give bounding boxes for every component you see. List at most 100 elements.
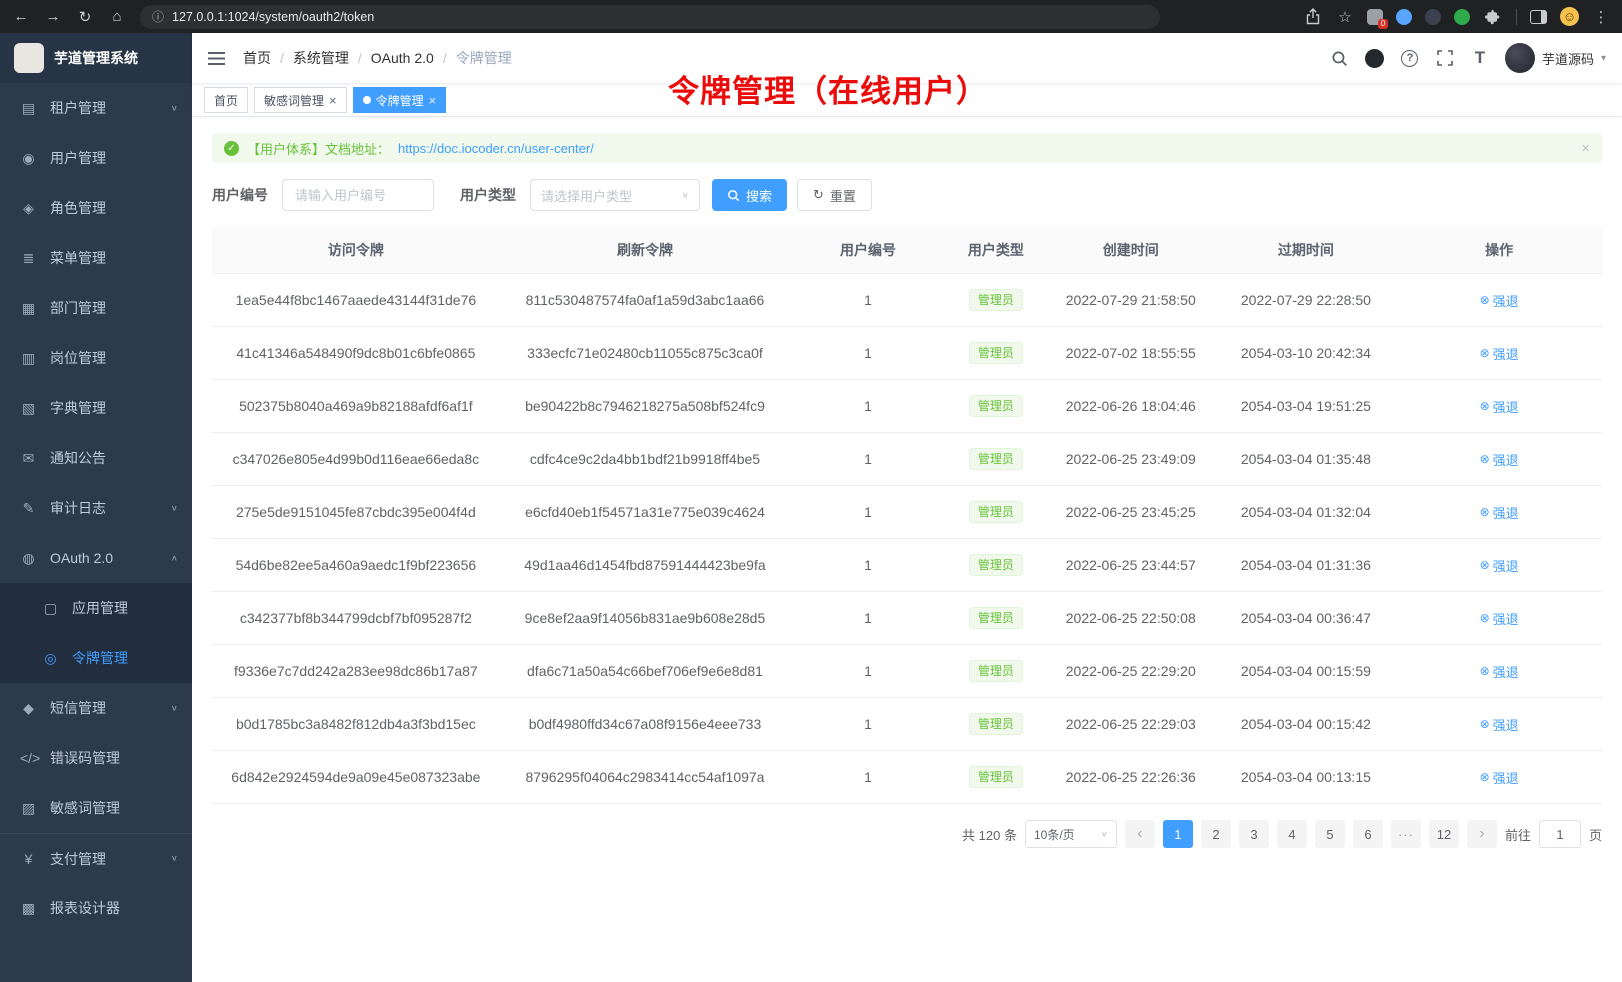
sidebar-item-error-code[interactable]: </>错误码管理 xyxy=(0,733,192,783)
force-logout-label: 强退 xyxy=(1493,662,1519,681)
force-logout-button[interactable]: ⊗强退 xyxy=(1480,450,1519,469)
page-button-4[interactable]: 4 xyxy=(1277,820,1307,848)
fullscreen-icon[interactable] xyxy=(1435,48,1455,68)
sidebar-item-audit-log[interactable]: ✎审计日志∨ xyxy=(0,483,192,533)
force-logout-button[interactable]: ⊗强退 xyxy=(1480,397,1519,416)
force-logout-button[interactable]: ⊗强退 xyxy=(1480,503,1519,522)
extension-icon-badged[interactable]: 0 xyxy=(1367,9,1383,25)
tab-home[interactable]: 首页 xyxy=(204,87,248,113)
goto-page-input[interactable] xyxy=(1539,820,1581,848)
user-menu[interactable]: 芋道源码 ▾ xyxy=(1505,43,1606,73)
sidebar-item-dict[interactable]: ▧字典管理 xyxy=(0,383,192,433)
side-panel-icon[interactable] xyxy=(1530,10,1547,24)
sidebar-item-oauth2-app[interactable]: ▢应用管理 xyxy=(0,583,192,633)
extension-icon-blue[interactable] xyxy=(1396,9,1412,25)
user-id-input[interactable] xyxy=(282,179,434,211)
tab-token[interactable]: 令牌管理× xyxy=(353,87,447,113)
forward-icon[interactable]: → xyxy=(44,8,62,25)
font-size-icon[interactable]: T xyxy=(1470,48,1490,68)
user-id-cell: 1 xyxy=(790,486,946,539)
breadcrumb: 首页/系统管理/OAuth 2.0/令牌管理 xyxy=(243,48,512,68)
search-icon[interactable] xyxy=(1330,48,1350,68)
address-bar[interactable]: ⓘ 127.0.0.1:1024/system/oauth2/token xyxy=(140,5,1160,29)
user-type-badge: 管理员 xyxy=(969,607,1023,629)
notice-icon: ✉ xyxy=(20,450,37,467)
force-logout-button[interactable]: ⊗强退 xyxy=(1480,609,1519,628)
breadcrumb-item[interactable]: OAuth 2.0 xyxy=(371,50,434,66)
create-time-cell: 2022-06-25 22:26:36 xyxy=(1046,751,1216,804)
page-button-5[interactable]: 5 xyxy=(1315,820,1345,848)
sidebar-item-notice[interactable]: ✉通知公告 xyxy=(0,433,192,483)
search-button[interactable]: 搜索 xyxy=(712,179,787,211)
table-row: 6d842e2924594de9a09e45e087323abe8796295f… xyxy=(212,751,1602,804)
collapse-sidebar-icon[interactable] xyxy=(208,52,225,65)
reload-icon[interactable]: ↻ xyxy=(76,8,94,26)
page-content: ✓ 【用户体系】文档地址： https://doc.iocoder.cn/use… xyxy=(192,117,1622,982)
column-header: 刷新令牌 xyxy=(500,227,791,274)
page-button-2[interactable]: 2 xyxy=(1201,820,1231,848)
close-icon[interactable]: × xyxy=(329,94,337,107)
breadcrumb-item[interactable]: 首页 xyxy=(243,48,271,68)
access-token-cell: 54d6be82ee5a460a9aedc1f9bf223656 xyxy=(212,539,500,592)
user-type-badge: 管理员 xyxy=(969,660,1023,682)
main-column: 首页/系统管理/OAuth 2.0/令牌管理 ? T 芋道源码 ▾ 首页敏感词管… xyxy=(192,33,1622,982)
user-type-badge: 管理员 xyxy=(969,289,1023,311)
sidebar-item-sensitive-word[interactable]: ▨敏感词管理 xyxy=(0,783,192,833)
github-icon[interactable] xyxy=(1365,48,1385,68)
sensitive-word-icon: ▨ xyxy=(20,800,37,817)
help-icon[interactable]: ? xyxy=(1400,48,1420,68)
sidebar-item-sms[interactable]: ◆短信管理∨ xyxy=(0,683,192,733)
create-time-cell: 2022-06-25 23:49:09 xyxy=(1046,433,1216,486)
user-id-cell: 1 xyxy=(790,645,946,698)
sidebar-item-oauth2[interactable]: ◍OAuth 2.0∧ xyxy=(0,533,192,583)
site-info-icon[interactable]: ⓘ xyxy=(152,8,164,25)
share-icon[interactable] xyxy=(1303,7,1323,27)
browser-menu-icon[interactable]: ⋮ xyxy=(1592,8,1610,26)
chevron-down-icon: ▾ xyxy=(1601,53,1606,64)
reset-button[interactable]: ↻ 重置 xyxy=(797,179,872,211)
sidebar-item-oauth2-token[interactable]: ◎令牌管理 xyxy=(0,633,192,683)
column-header: 创建时间 xyxy=(1046,227,1216,274)
browser-actions: ☆ 0 ☺ ⋮ xyxy=(1303,7,1610,27)
extension-icon-dark[interactable] xyxy=(1425,9,1441,25)
chevron-down-icon: ∨ xyxy=(682,191,689,200)
sidebar-item-label: 角色管理 xyxy=(50,198,106,218)
page-button-6[interactable]: 6 xyxy=(1353,820,1383,848)
sidebar-item-tenant[interactable]: ▤租户管理∨ xyxy=(0,83,192,133)
column-header: 用户类型 xyxy=(946,227,1046,274)
force-logout-button[interactable]: ⊗强退 xyxy=(1480,768,1519,787)
home-icon[interactable]: ⌂ xyxy=(108,8,126,25)
force-logout-button[interactable]: ⊗强退 xyxy=(1480,344,1519,363)
access-token-cell: c347026e805e4d99b0d116eae66eda8c xyxy=(212,433,500,486)
close-icon[interactable]: × xyxy=(429,94,437,107)
doc-link[interactable]: https://doc.iocoder.cn/user-center/ xyxy=(398,141,594,156)
back-icon[interactable]: ← xyxy=(12,8,30,25)
prev-page-button[interactable]: ‹ xyxy=(1125,820,1155,848)
extension-icon-green[interactable] xyxy=(1454,9,1470,25)
sidebar-item-post[interactable]: ▥岗位管理 xyxy=(0,333,192,383)
sidebar-item-pay[interactable]: ¥支付管理∨ xyxy=(0,833,192,883)
close-icon[interactable]: × xyxy=(1581,140,1590,157)
force-logout-button[interactable]: ⊗强退 xyxy=(1480,556,1519,575)
sidebar-item-report-designer[interactable]: ▩报表设计器 xyxy=(0,883,192,933)
breadcrumb-item[interactable]: 系统管理 xyxy=(293,48,349,68)
page-ellipsis-button[interactable]: ··· xyxy=(1391,820,1421,848)
force-logout-button[interactable]: ⊗强退 xyxy=(1480,662,1519,681)
force-logout-button[interactable]: ⊗强退 xyxy=(1480,715,1519,734)
next-page-button[interactable]: › xyxy=(1467,820,1497,848)
app-logo[interactable]: 芋道管理系统 xyxy=(0,33,192,83)
page-button-3[interactable]: 3 xyxy=(1239,820,1269,848)
extensions-puzzle-icon[interactable] xyxy=(1483,7,1503,27)
browser-profile-avatar[interactable]: ☺ xyxy=(1560,7,1579,26)
user-type-select[interactable]: 请选择用户类型 ∨ xyxy=(530,179,700,211)
force-logout-button[interactable]: ⊗强退 xyxy=(1480,291,1519,310)
page-button-1[interactable]: 1 xyxy=(1163,820,1193,848)
sidebar-item-menu[interactable]: ≣菜单管理 xyxy=(0,233,192,283)
page-size-select[interactable]: 10条/页 ∨ xyxy=(1025,820,1117,848)
bookmark-star-icon[interactable]: ☆ xyxy=(1336,8,1354,26)
sidebar-item-user[interactable]: ◉用户管理 xyxy=(0,133,192,183)
sidebar-item-role[interactable]: ◈角色管理 xyxy=(0,183,192,233)
tab-sensitive-word[interactable]: 敏感词管理× xyxy=(254,87,347,113)
sidebar-item-dept[interactable]: ▦部门管理 xyxy=(0,283,192,333)
page-button-12[interactable]: 12 xyxy=(1429,820,1459,848)
